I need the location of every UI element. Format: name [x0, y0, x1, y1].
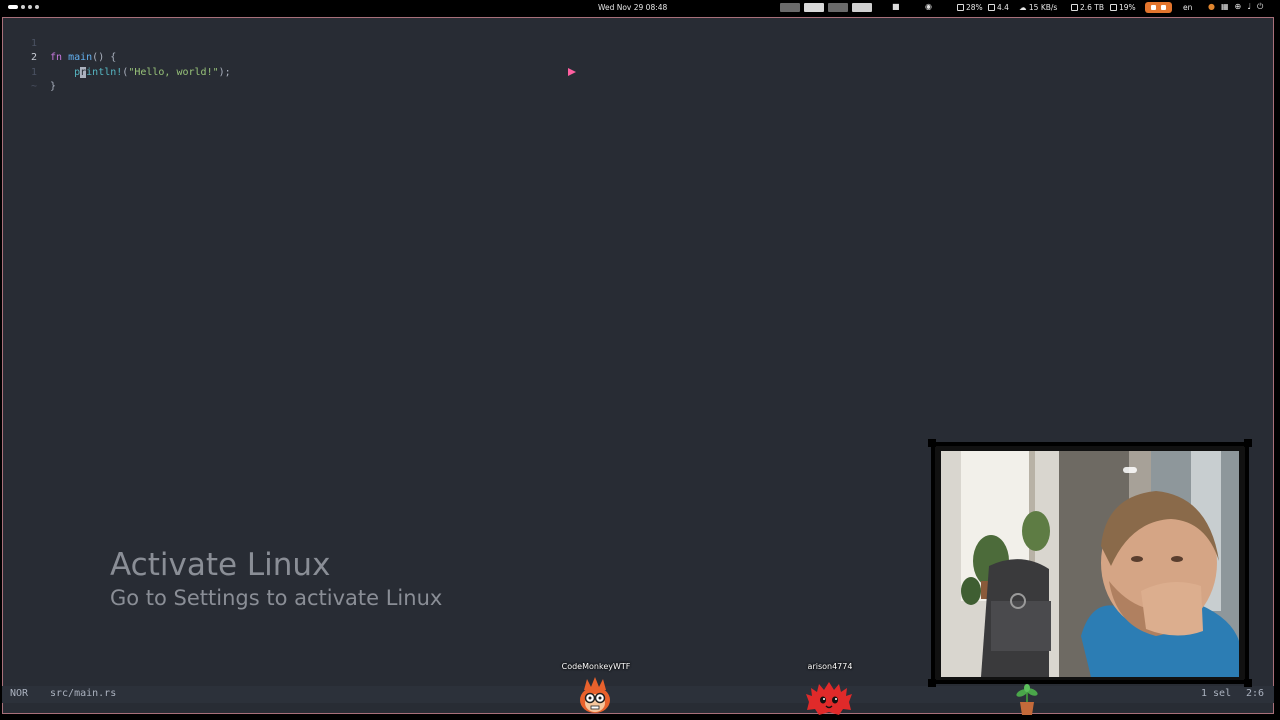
keyboard-layout[interactable]: en [1183, 3, 1192, 12]
chat-avatar-2: arison4774 [795, 662, 865, 718]
editor-mode: NOR [10, 688, 29, 699]
discord-icon[interactable]: ■ [892, 2, 900, 11]
cpu-stat: 28% [957, 3, 983, 12]
webcam-overlay [928, 439, 1252, 687]
empty-line-marker: ~ [3, 66, 39, 92]
code-line-3[interactable]: 1 } [3, 51, 56, 93]
workspace-1[interactable] [780, 3, 800, 12]
cpu-icon [957, 4, 964, 11]
power-icon[interactable]: ⏻ [1257, 2, 1263, 12]
disk-stat: 2.6 TB [1071, 3, 1104, 12]
mouse-pointer-icon [568, 68, 576, 76]
paren-close: ); [218, 66, 231, 78]
punctuation: () { [92, 52, 117, 63]
monkey-avatar-icon [580, 677, 610, 713]
workspace-2[interactable] [804, 3, 824, 12]
chat-username: CodeMonkeyWTF [561, 662, 631, 671]
microphone-icon[interactable]: ● [1208, 2, 1215, 12]
cursor-position: 2:6 [1246, 688, 1265, 699]
closing-brace: } [50, 81, 57, 92]
volume-icon[interactable]: ♩ [1247, 2, 1251, 12]
network-stat: ☁ 15 KB/s [1019, 3, 1058, 12]
activate-linux-watermark: Activate Linux Go to Settings to activat… [110, 546, 442, 612]
string-literal: "Hello, world!" [128, 66, 219, 78]
macro-name: intln! [86, 66, 123, 78]
clock[interactable]: Wed Nov 29 08:48 [598, 3, 667, 12]
function-name: main [68, 52, 93, 63]
apps-grid-icon[interactable]: ▦ [1221, 2, 1229, 12]
file-path: src/main.rs [50, 688, 117, 699]
status-line: NOR src/main.rs 1 sel 2:6 [2, 686, 1274, 703]
cloud-icon: ☁ [1019, 3, 1027, 12]
tilde-marker: ~ [30, 81, 37, 92]
window-thumbnails[interactable] [780, 3, 872, 12]
watermark-subtitle: Go to Settings to activate Linux [110, 586, 443, 610]
code-buffer[interactable]: 1 fn main() { 2 println!("Hello, world!"… [3, 22, 231, 93]
top-bar: Wed Nov 29 08:48 ■ ◉ 28% 4.4 ☁ 15 KB/s 2… [0, 0, 1280, 16]
watermark-title: Activate Linux [110, 547, 331, 583]
ferris-crab-icon [806, 682, 852, 715]
webcam-feed-image [941, 451, 1239, 677]
load-stat: 4.4 [988, 3, 1009, 12]
workspace-4[interactable] [852, 3, 872, 12]
battery-stat: 19% [1110, 3, 1136, 12]
chat-username: arison4774 [807, 662, 853, 671]
network-icon[interactable]: ⊕ [1235, 2, 1242, 12]
workspace-indicator[interactable] [8, 5, 39, 9]
code-line-2[interactable]: 2 println!("Hello, world!"); [3, 37, 231, 78]
selection-count: 1 sel [1201, 688, 1232, 699]
code-line-1[interactable]: 1 fn main() { [3, 22, 116, 64]
potted-plant-icon [1016, 684, 1038, 715]
notification-toggle[interactable] [1145, 2, 1172, 13]
battery-icon [1110, 4, 1117, 11]
workspace-3[interactable] [828, 3, 848, 12]
chat-avatar-1: CodeMonkeyWTF [556, 662, 636, 718]
steam-icon[interactable]: ◉ [925, 2, 932, 11]
disk-icon [1071, 4, 1078, 11]
monitor-icon [988, 4, 995, 11]
keyword-fn: fn [50, 52, 63, 63]
